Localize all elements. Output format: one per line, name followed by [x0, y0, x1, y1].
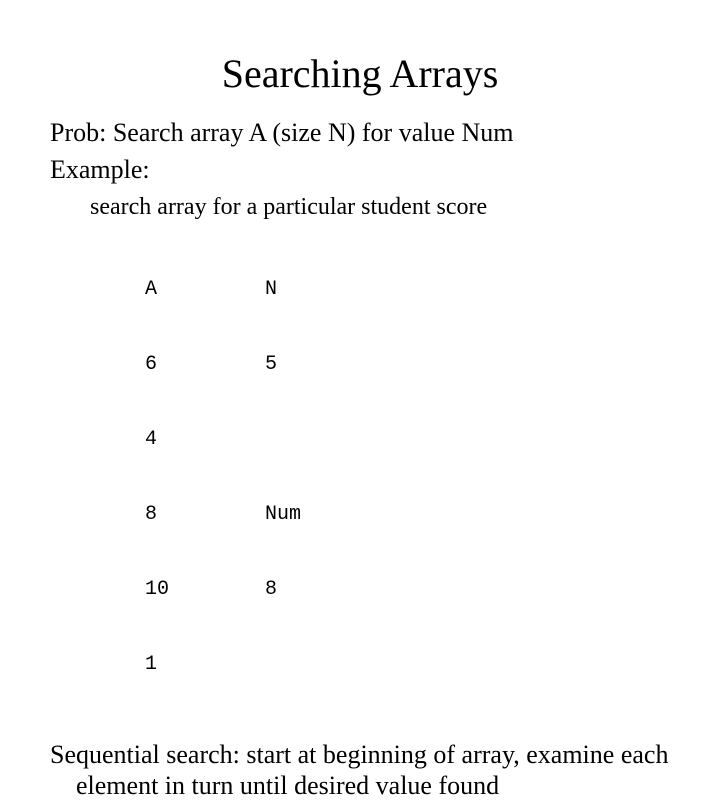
example-data-block: A N 6 5 4 8 Num 10 8 1	[145, 227, 670, 727]
col-a-value: 10	[145, 577, 265, 602]
table-row: 10 8	[145, 577, 670, 602]
sequential-search-definition: Sequential search: start at beginning of…	[50, 739, 670, 801]
example-label: Example:	[50, 154, 670, 187]
example-description: search array for a particular student sc…	[90, 194, 670, 221]
col-a-value: 6	[145, 352, 265, 377]
col-b-value: 5	[265, 352, 277, 377]
col-a-value: 1	[145, 652, 265, 677]
table-row: 8 Num	[145, 502, 670, 527]
table-row: 6 5	[145, 352, 670, 377]
col-b-header: N	[265, 277, 277, 302]
col-a-value: 8	[145, 502, 265, 527]
table-row: 1	[145, 652, 670, 677]
col-b-value: 8	[265, 577, 277, 602]
col-b-label: Num	[265, 502, 301, 527]
col-a-header: A	[145, 277, 265, 302]
col-a-value: 4	[145, 427, 265, 452]
table-row: 4	[145, 427, 670, 452]
table-row: A N	[145, 277, 670, 302]
page-title: Searching Arrays	[50, 50, 670, 97]
slide: Searching Arrays Prob: Search array A (s…	[0, 0, 720, 540]
problem-statement: Prob: Search array A (size N) for value …	[50, 117, 670, 150]
